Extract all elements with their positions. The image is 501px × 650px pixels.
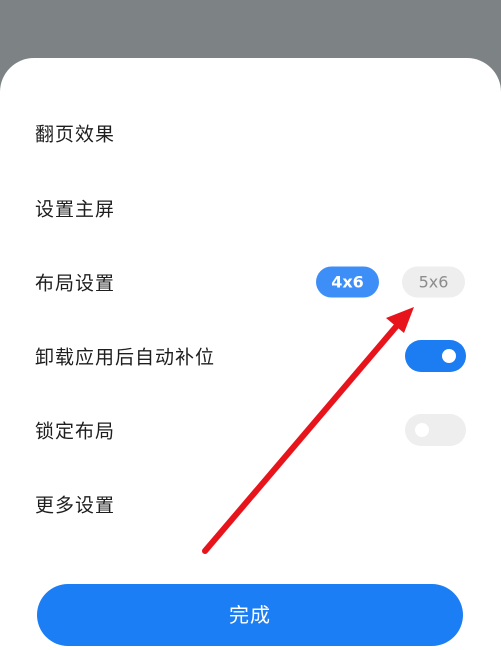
lock-layout-toggle[interactable] <box>405 414 466 446</box>
set-home-screen-label: 设置主屏 <box>35 198 116 221</box>
lock-layout-label: 锁定布局 <box>35 420 116 443</box>
more-settings-label: 更多设置 <box>35 494 116 517</box>
auto-fill-label: 卸载应用后自动补位 <box>35 346 216 369</box>
layout-option-4x6[interactable]: 4x6 <box>316 266 379 298</box>
layout-option-5x6[interactable]: 5x6 <box>402 266 465 298</box>
row-layout-settings: 布局设置 4x6 5x6 <box>0 262 501 302</box>
row-more-settings[interactable]: 更多设置 <box>0 484 501 524</box>
toggle-knob <box>415 423 429 437</box>
page-turn-effect-label: 翻页效果 <box>35 123 116 146</box>
layout-settings-label: 布局设置 <box>35 272 116 295</box>
toggle-knob <box>442 349 456 363</box>
row-page-turn-effect[interactable]: 翻页效果 <box>0 113 501 153</box>
row-auto-fill: 卸载应用后自动补位 <box>0 336 501 376</box>
done-button[interactable]: 完成 <box>37 584 463 646</box>
auto-fill-toggle[interactable] <box>405 340 466 372</box>
row-set-home-screen[interactable]: 设置主屏 <box>0 188 501 228</box>
row-lock-layout: 锁定布局 <box>0 410 501 450</box>
